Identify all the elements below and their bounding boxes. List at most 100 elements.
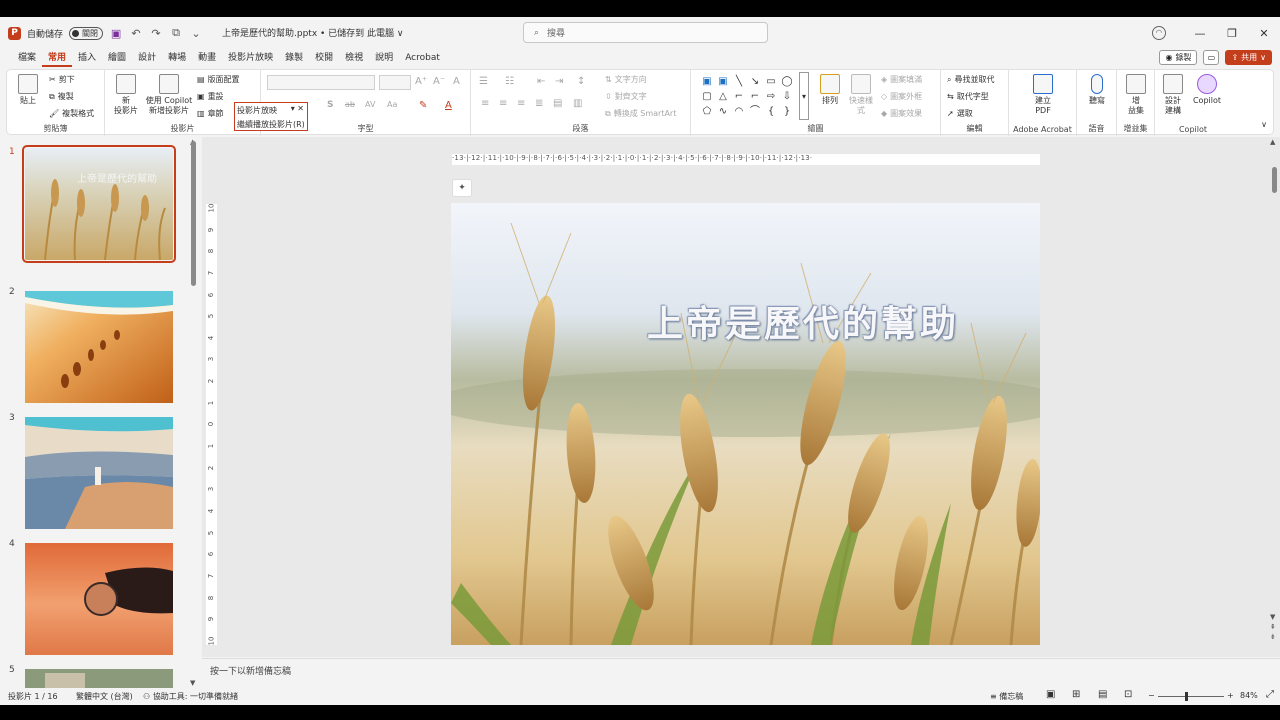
cut-button[interactable]: ✂ 剪下 [49, 74, 75, 85]
bullets-icon[interactable]: ☰ [479, 76, 488, 87]
tab-view[interactable]: 檢視 [339, 49, 369, 67]
align-center-icon[interactable]: ≡ [499, 98, 507, 109]
undo-icon[interactable]: ↶ [129, 27, 143, 40]
tab-file[interactable]: 檔案 [12, 49, 42, 67]
reset-button[interactable]: ▣ 重設 [197, 91, 224, 102]
shape-outline-button[interactable]: ◇ 圖案外框 [881, 91, 922, 102]
line-spacing-icon[interactable]: ↕ [577, 76, 585, 87]
zoom-slider[interactable] [1158, 696, 1224, 697]
addins-button[interactable]: 增 益集 [1123, 74, 1149, 116]
elbow-connector-shape-icon[interactable]: ⌐ [731, 89, 747, 104]
highlight-icon[interactable]: ✎ [419, 100, 427, 111]
popup-line2[interactable]: 繼續播放投影片(R) [237, 119, 305, 130]
copilot-new-slide-button[interactable]: 使用 Copilot 新增投影片 [143, 74, 195, 116]
char-spacing-button[interactable]: AV [365, 100, 375, 109]
slide-thumbnail-5[interactable] [25, 669, 173, 688]
wave-shape-icon[interactable]: ⌒ [747, 104, 763, 119]
down-arrow-shape-icon[interactable]: ⇩ [779, 89, 795, 104]
tab-slideshow[interactable]: 投影片放映 [222, 49, 279, 67]
tab-home[interactable]: 常用 [42, 49, 73, 67]
zoom-level[interactable]: 84% [1240, 691, 1258, 700]
tab-insert[interactable]: 插入 [72, 49, 102, 67]
font-color-icon[interactable]: A [445, 100, 452, 111]
replace-font-button[interactable]: ⇆ 取代字型 [947, 91, 989, 102]
customize-toolbar-icon[interactable]: ⌄ [189, 27, 203, 40]
font-name-dropdown[interactable] [267, 75, 375, 90]
accessibility-status[interactable]: ⚇ 協助工具: 一切準備就緒 [143, 691, 238, 702]
copilot-button[interactable]: Copilot [1191, 74, 1223, 106]
fit-to-window-icon[interactable]: ⤢ [1266, 689, 1274, 700]
layout-button[interactable]: ▤ 版面配置 [197, 74, 240, 85]
triangle-shape-icon[interactable]: △ [715, 89, 731, 104]
tab-acrobat[interactable]: Acrobat [399, 49, 446, 67]
account-avatar-icon[interactable]: ◠ [1152, 26, 1166, 40]
left-brace-shape-icon[interactable]: { [763, 104, 779, 119]
line-shape-icon[interactable]: ╲ [731, 74, 747, 89]
slide-thumbnail-2[interactable] [25, 291, 173, 403]
find-replace-button[interactable]: ⌕ 尋找並取代 [947, 74, 994, 85]
textbox-shape-icon[interactable]: ▣ [699, 74, 715, 89]
popup-close-icon[interactable]: ▾ ✕ [291, 104, 304, 113]
curve-shape-icon[interactable]: ∿ [715, 104, 731, 119]
close-button[interactable]: ✕ [1248, 27, 1280, 40]
shape-effects-button[interactable]: ◆ 圖案效果 [881, 108, 922, 119]
save-icon[interactable]: ▣ [109, 27, 123, 40]
grow-font-button[interactable]: A⁺ [415, 76, 427, 87]
shadow-button[interactable]: S [327, 100, 333, 110]
oval-shape-icon[interactable]: ◯ [779, 74, 795, 89]
slide-title[interactable]: 上帝是歷代的幫助 [647, 295, 959, 347]
slide-sorter-icon[interactable]: ⊞ [1072, 689, 1080, 700]
numbering-icon[interactable]: ☷ [505, 76, 514, 87]
main-scrollbar[interactable] [1272, 167, 1277, 193]
slide-thumbnail-3[interactable] [25, 417, 173, 529]
next-slide-icon[interactable]: ⇟ [1270, 633, 1276, 641]
tab-review[interactable]: 校閱 [309, 49, 339, 67]
tab-draw[interactable]: 繪圖 [102, 49, 132, 67]
arc-shape-icon[interactable]: ◠ [731, 104, 747, 119]
previous-slide-icon[interactable]: ⇞ [1270, 623, 1276, 631]
slideshow-view-icon[interactable]: ⊡ [1124, 689, 1132, 700]
notes-placeholder[interactable]: 按一下以新增備忘稿 [210, 664, 291, 677]
slide-thumbnail-1[interactable]: 上帝是歷代的幫助 [22, 145, 176, 263]
share-button[interactable]: ⇪ 共用 ∨ [1225, 50, 1272, 65]
section-button[interactable]: ▥ 章節 [197, 108, 224, 119]
tab-design[interactable]: 設計 [132, 49, 162, 67]
align-left-icon[interactable]: ≡ [481, 98, 489, 109]
smartart-button[interactable]: ⧉ 轉換成 SmartArt [605, 108, 676, 119]
create-pdf-button[interactable]: 建立 PDF [1029, 74, 1057, 116]
slideshow-resume-popup[interactable]: 投影片放映 ▾ ✕ 繼續播放投影片(R) [234, 102, 308, 131]
paste-button[interactable]: 貼上 [13, 74, 43, 106]
minimize-button[interactable]: — [1184, 27, 1216, 40]
dictate-button[interactable]: 聽寫 [1085, 74, 1109, 106]
shape-fill-button[interactable]: ◈ 圖案填滿 [881, 74, 922, 85]
zoom-in-icon[interactable]: + [1227, 691, 1234, 700]
notes-toggle[interactable]: ≡ 備忘稿 [990, 691, 1023, 702]
font-size-dropdown[interactable] [379, 75, 411, 90]
right-arrow-shape-icon[interactable]: ⇨ [763, 89, 779, 104]
arrange-button[interactable]: 排列 [817, 74, 843, 106]
tab-help[interactable]: 說明 [369, 49, 399, 67]
tab-animations[interactable]: 動畫 [192, 49, 222, 67]
designer-button[interactable]: 設計 建構 [1159, 74, 1187, 116]
format-painter-button[interactable]: 🖌 複製格式 [49, 108, 94, 119]
arrow-line-shape-icon[interactable]: ↘ [747, 74, 763, 89]
copy-button[interactable]: ⧉ 複製 [49, 91, 74, 102]
thumbnail-scrollbar[interactable] [191, 141, 196, 286]
shrink-font-button[interactable]: A⁻ [433, 76, 445, 87]
pentagon-shape-icon[interactable]: ⬠ [699, 104, 715, 119]
normal-view-icon[interactable]: ▣ [1046, 689, 1055, 700]
text-direction-button[interactable]: ⇅ 文字方向 [605, 74, 647, 85]
shapes-gallery[interactable]: ▣ ▣ ╲ ↘ ▭ ◯ ▢ △ ⌐ ⌐ ⇨ ⇩ ⬠ ∿ ◠ ⌒{} [699, 74, 795, 120]
strikethrough-button[interactable]: ab [345, 100, 355, 109]
document-title[interactable]: 上帝是歷代的幫助.pptx • 已儲存到 此電腦 ∨ [222, 26, 403, 39]
quick-styles-button[interactable]: 快速樣式 [847, 74, 875, 116]
elbow-arrow-shape-icon[interactable]: ⌐ [747, 89, 763, 104]
record-button[interactable]: ◉ 錄製 [1159, 50, 1198, 65]
tab-record[interactable]: 錄製 [279, 49, 309, 67]
decrease-indent-icon[interactable]: ⇤ [537, 76, 545, 87]
vertical-textbox-shape-icon[interactable]: ▣ [715, 74, 731, 89]
main-scroll-down-icon[interactable]: ▼ [1270, 613, 1275, 621]
align-text-button[interactable]: ⇳ 對齊文字 [605, 91, 647, 102]
popup-line1[interactable]: 投影片放映 [237, 105, 277, 116]
change-case-button[interactable]: Aa [387, 100, 397, 109]
